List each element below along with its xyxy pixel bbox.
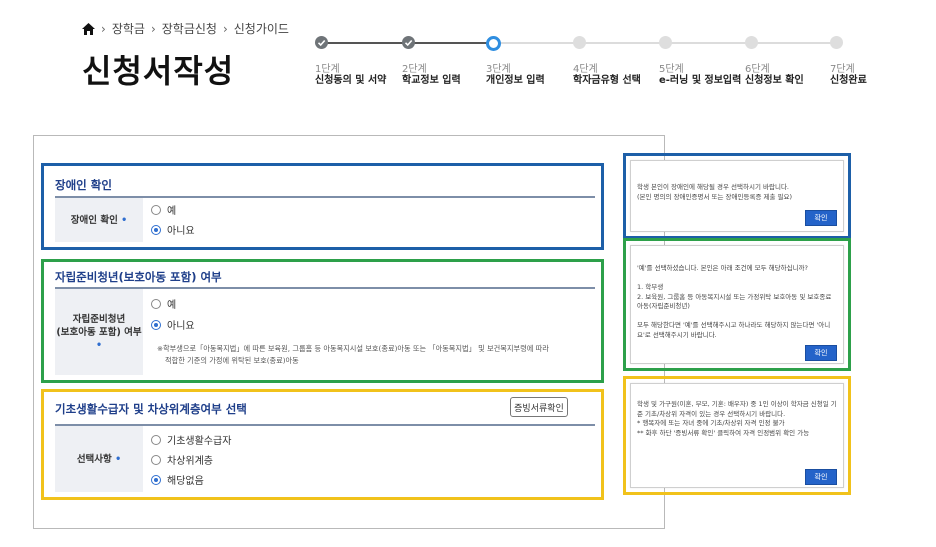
basic-living-option-near-poverty[interactable]: 차상위계층 [151,452,213,467]
step-label: 개인정보 입력 [486,75,545,86]
radio-circle[interactable] [151,454,161,465]
step-pending-icon [745,36,758,49]
breadcrumb-item[interactable]: 장학금 [112,20,145,37]
basic-living-dialog-text: 학생 및 가구원(이혼, 부모, 기혼: 배우자) 중 1인 이상이 학자금 신… [637,400,837,437]
independence-row-label: 자립준비청년 (보호아동 포함) 여부 • [55,289,143,375]
independence-dialog-confirm-button[interactable]: 확인 [805,345,837,361]
step-pending-icon [573,36,586,49]
breadcrumb-item[interactable]: 신청가이드 [234,20,289,37]
basic-living-section: 기초생활수급자 및 차상위계층여부 선택 증빙서류확인 선택사항 • 기초생활수… [41,389,604,500]
required-marker: • [115,453,122,465]
breadcrumb: › 장학금 › 장학금신청 › 신청가이드 [82,20,289,37]
chevron-right-icon: › [101,21,106,36]
required-marker: • [121,214,128,226]
independence-option-no[interactable]: 아니요 [151,317,195,332]
radio-circle[interactable] [151,434,161,445]
home-icon[interactable] [82,22,95,35]
disability-section-title: 장애인 확인 [55,178,112,192]
radio-circle[interactable] [151,204,161,215]
independence-dialog-text: '예'를 선택하셨습니다. 본인은 아래 조건에 모두 해당하십니까? 1. 학… [637,264,832,339]
independence-dialog: '예'를 선택하셨습니다. 본인은 아래 조건에 모두 해당하십니까? 1. 학… [630,245,844,364]
page-title: 신청서작성 [82,52,235,90]
view-documents-button[interactable]: 증빙서류확인 [510,397,568,417]
step-label: 신청정보 확인 [745,75,804,86]
step-label: e-러닝 및 정보입력 [659,75,742,86]
radio-circle-checked[interactable] [151,224,161,235]
step-label: 신청동의 및 서약 [315,75,387,86]
required-marker: • [95,339,103,351]
independence-note: ※학부생으로「아동복지법」에 따른 보육원, 그룹홈 등 아동복지시설 보호(종… [157,344,549,365]
breadcrumb-item[interactable]: 장학금신청 [162,20,217,37]
disability-dialog-text: 학생 본인이 장애인에 해당될 경우 선택하시기 바랍니다. (본인 명의의 장… [637,183,793,201]
basic-living-dialog: 학생 및 가구원(이혼, 부모, 기혼: 배우자) 중 1인 이상이 학자금 신… [630,383,844,488]
step-label: 학교정보 입력 [402,75,461,86]
step-pending-icon [659,36,672,49]
disability-dialog: 학생 본인이 장애인에 해당될 경우 선택하시기 바랍니다. (본인 명의의 장… [630,160,844,232]
independence-section-title: 자립준비청년(보호아동 포함) 여부 [55,270,222,284]
radio-circle[interactable] [151,298,161,309]
step-label: 신청완료 [830,75,867,86]
radio-circle-checked[interactable] [151,319,161,330]
disability-option-no[interactable]: 아니요 [151,222,195,237]
step-complete-icon [402,36,415,49]
step-pending-icon [830,36,843,49]
independence-dialog-frame: '예'를 선택하셨습니다. 본인은 아래 조건에 모두 해당하십니까? 1. 학… [623,238,851,371]
basic-living-form-row: 선택사항 • 기초생활수급자 차상위계층 해당없음 [55,424,595,492]
independence-option-yes[interactable]: 예 [151,296,176,311]
chevron-right-icon: › [150,21,156,36]
disability-row-label: 장애인 확인 • [55,198,143,242]
radio-circle-checked[interactable] [151,474,161,485]
basic-living-dialog-confirm-button[interactable]: 확인 [805,469,837,485]
independence-form-row: 자립준비청년 (보호아동 포함) 여부 • 예 아니요 ※학부생으로「아동복지법… [55,287,595,375]
disability-dialog-frame: 학생 본인이 장애인에 해당될 경우 선택하시기 바랍니다. (본인 명의의 장… [623,153,851,239]
basic-living-option-none[interactable]: 해당없음 [151,472,204,487]
disability-form-row: 장애인 확인 • 예 아니요 [55,196,595,242]
basic-living-dialog-frame: 학생 및 가구원(이혼, 부모, 기혼: 배우자) 중 1인 이상이 학자금 신… [623,376,851,495]
step-complete-icon [315,36,328,49]
basic-living-section-title: 기초생활수급자 및 차상위계층여부 선택 [55,402,247,416]
basic-living-row-label: 선택사항 • [55,426,143,492]
independence-section: 자립준비청년(보호아동 포함) 여부 자립준비청년 (보호아동 포함) 여부 •… [41,259,604,383]
basic-living-option-recipient[interactable]: 기초생활수급자 [151,432,231,447]
step-current-icon [486,36,501,51]
disability-option-yes[interactable]: 예 [151,202,176,217]
chevron-right-icon: › [222,21,228,36]
disability-section: 장애인 확인 장애인 확인 • 예 아니요 [41,163,604,250]
step-label: 학자금유형 선택 [573,75,641,86]
disability-dialog-confirm-button[interactable]: 확인 [805,210,837,226]
